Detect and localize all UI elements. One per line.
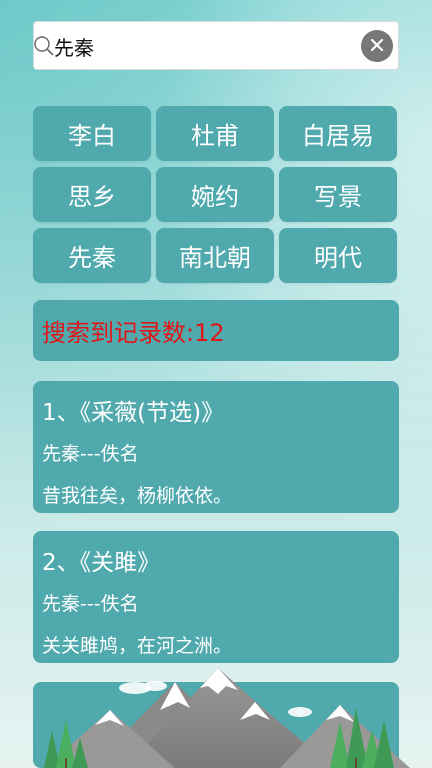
tag-button[interactable]: 思乡 (33, 167, 151, 222)
poem-title: 2、《关雎》 (42, 550, 161, 576)
tag-button[interactable]: 杜甫 (156, 106, 274, 161)
result-card[interactable]: 1、《采薇(节选)》 先秦---佚名 昔我往矣，杨柳依依。 (33, 381, 399, 513)
tag-button[interactable]: 白居易 (279, 106, 397, 161)
clear-search-button[interactable] (361, 30, 393, 62)
tag-grid: 李白 杜甫 白居易 思乡 婉约 写景 先秦 南北朝 明代 (33, 106, 397, 283)
tag-button[interactable]: 明代 (279, 228, 397, 283)
tag-button[interactable]: 写景 (279, 167, 397, 222)
tag-button[interactable]: 李白 (33, 106, 151, 161)
result-card[interactable]: 2、《关雎》 先秦---佚名 关关雎鸠，在河之洲。 (33, 531, 399, 663)
tag-button[interactable]: 南北朝 (156, 228, 274, 283)
search-input[interactable] (54, 30, 354, 62)
record-count-text: 搜索到记录数:12 (42, 319, 225, 347)
tag-button[interactable]: 先秦 (33, 228, 151, 283)
close-icon (370, 37, 384, 56)
poem-title: 1、《采薇(节选)》 (42, 400, 225, 426)
poem-author: 先秦---佚名 (42, 443, 139, 465)
poem-author: 先秦---佚名 (42, 593, 139, 615)
search-icon (34, 36, 54, 56)
poem-line: 昔我往矣，杨柳依依。 (42, 485, 233, 507)
record-count-card: 搜索到记录数:12 (33, 300, 399, 361)
mountain-scenery (44, 668, 410, 768)
tag-button[interactable]: 婉约 (156, 167, 274, 222)
search-bar[interactable] (33, 21, 399, 70)
